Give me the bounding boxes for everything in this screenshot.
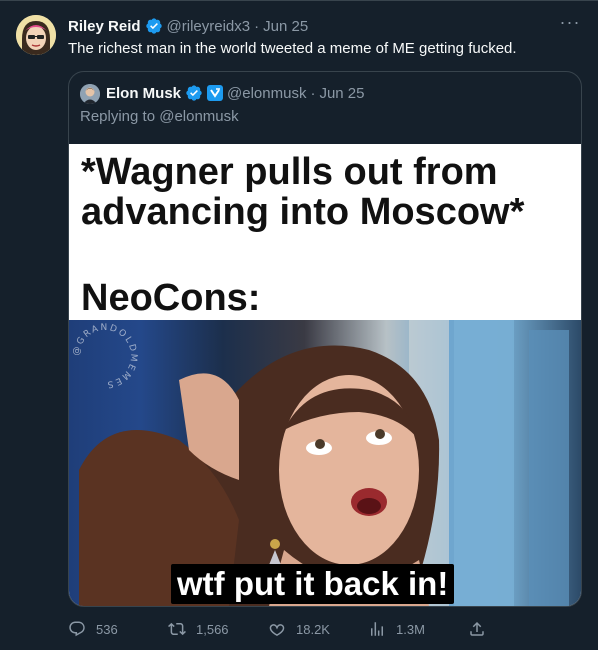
quoted-tweet-date[interactable]: Jun 25: [319, 85, 364, 102]
meme-image[interactable]: *Wagner pulls out from advancing into Mo…: [69, 144, 581, 606]
retweet-icon: [168, 622, 186, 636]
watermark-logo-icon: @GRANDOLDMEMES: [72, 323, 139, 389]
author-avatar[interactable]: [16, 15, 56, 55]
verified-badge-icon[interactable]: [145, 17, 163, 35]
header-separator: ·: [254, 17, 260, 35]
reply-button[interactable]: 536: [68, 620, 168, 638]
affiliate-badge-icon[interactable]: [207, 85, 224, 101]
quoted-author-handle[interactable]: @elonmusk: [227, 85, 306, 102]
header-separator: ·: [310, 84, 316, 102]
more-options-icon[interactable]: ···: [558, 13, 582, 37]
tweet-text: The richest man in the world tweeted a m…: [68, 40, 517, 57]
reply-icon: [69, 621, 85, 637]
meme-photo: @GRANDOLDMEMES wtf put it back in!: [69, 320, 581, 606]
quoted-tweet[interactable]: Elon Musk @elonmusk · Jun 25 Replying to…: [68, 71, 582, 607]
author-handle[interactable]: @rileyreidx3: [167, 18, 251, 35]
reply-count: 536: [96, 621, 118, 637]
quoted-tweet-header: Elon Musk @elonmusk · Jun 25: [106, 84, 365, 102]
share-button[interactable]: [468, 620, 488, 638]
tweet-actions-bar: 536 1,566 18.2K 1.3M: [68, 617, 488, 641]
avatar-photo-icon: [80, 84, 100, 104]
like-button[interactable]: 18.2K: [268, 620, 368, 638]
views-button[interactable]: 1.3M: [368, 620, 468, 638]
like-count: 18.2K: [296, 621, 330, 637]
analytics-icon: [371, 622, 383, 636]
verified-badge-icon[interactable]: [185, 84, 203, 102]
tweet-date[interactable]: Jun 25: [263, 18, 308, 35]
share-icon: [470, 621, 484, 636]
author-name[interactable]: Riley Reid: [68, 18, 141, 35]
view-count: 1.3M: [396, 621, 425, 637]
svg-text:@GRANDOLDMEMES: @GRANDOLDMEMES: [72, 323, 139, 389]
avatar-cartoon-icon: [16, 15, 56, 55]
meme-caption-line1: *Wagner pulls out from: [81, 151, 498, 193]
tweet-card[interactable]: Riley Reid @rileyreidx3 · Jun 25 ··· The…: [0, 0, 598, 650]
replying-to[interactable]: Replying to @elonmusk: [80, 108, 239, 125]
quoted-author-name[interactable]: Elon Musk: [106, 85, 181, 102]
retweet-count: 1,566: [196, 621, 229, 637]
meme-caption: *Wagner pulls out from advancing into Mo…: [81, 152, 581, 232]
meme-caption-line2: advancing into Moscow*: [81, 191, 525, 233]
heart-icon: [269, 624, 285, 636]
quoted-author-avatar[interactable]: [80, 84, 100, 104]
retweet-button[interactable]: 1,566: [168, 620, 268, 638]
tweet-header: Riley Reid @rileyreidx3 · Jun 25: [68, 17, 308, 35]
meme-subtitle: wtf put it back in!: [171, 564, 455, 604]
meme-caption-neocons: NeoCons:: [81, 277, 261, 319]
